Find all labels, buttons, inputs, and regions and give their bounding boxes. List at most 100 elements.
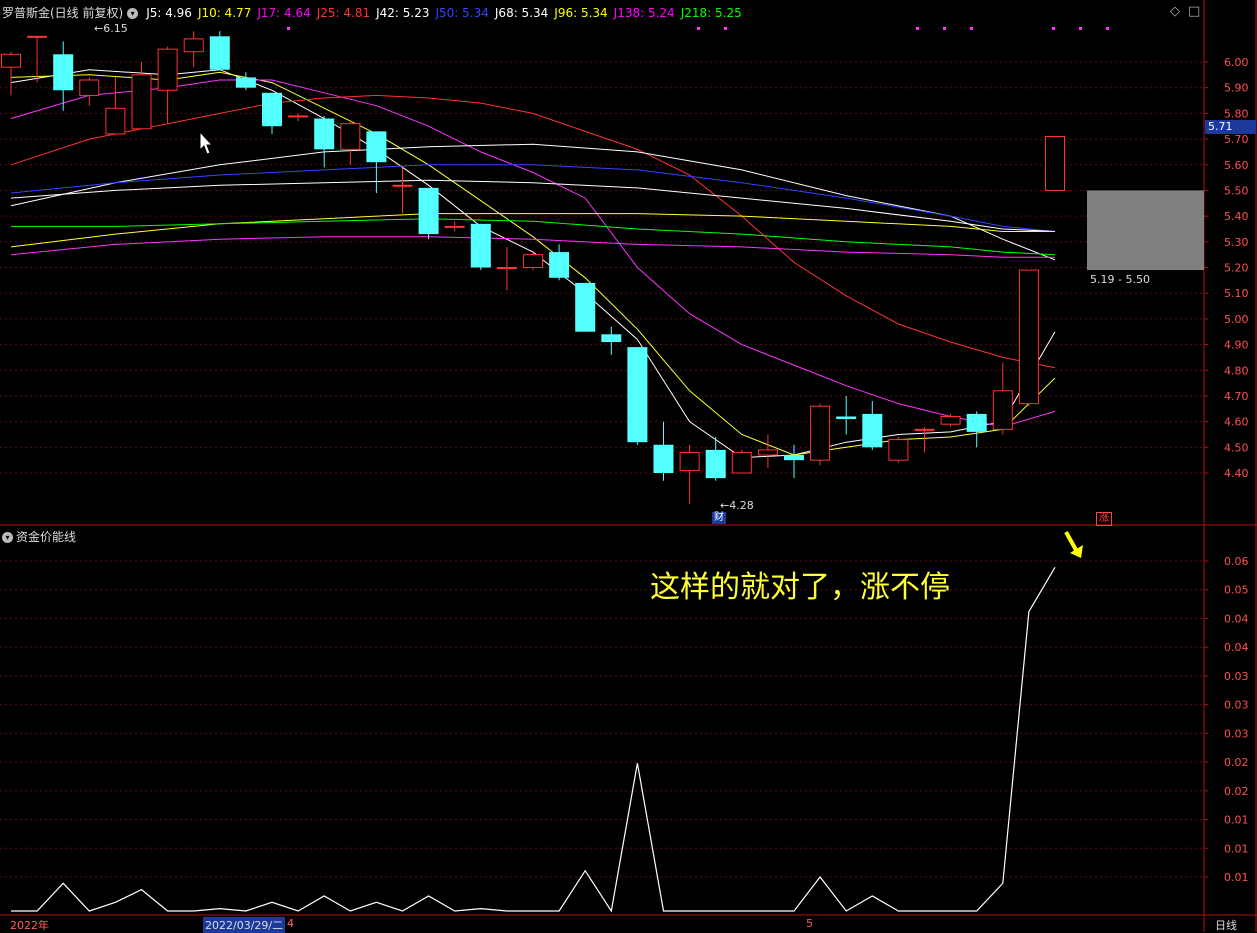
candle: [966, 411, 987, 448]
stock-chart[interactable]: 6.00 5.90 5.80 5.70 5.60 5.50 5.40 5.30 5.20 5.10…: [0, 0, 1257, 932]
candle: [914, 426, 935, 453]
indicator-tick-label: 0.03: [1224, 699, 1249, 712]
candle: [157, 46, 178, 124]
signal-marker: [916, 27, 919, 30]
signal-marker: [1052, 27, 1055, 30]
diamond-icon[interactable]: ◇: [1170, 4, 1180, 19]
chevron-down-icon[interactable]: ▾: [127, 8, 139, 19]
price-tick-label: 4.80: [1224, 364, 1249, 377]
candle: [27, 35, 48, 83]
price-tick-label: 5.00: [1224, 313, 1249, 326]
candle: [1, 51, 21, 96]
price-tick-label: 5.80: [1224, 107, 1249, 120]
candle-body: [314, 118, 335, 150]
candle: [810, 403, 831, 466]
chevron-down-icon[interactable]: ▾: [2, 532, 13, 543]
candle-body: [79, 79, 100, 96]
candle-body: [1, 53, 21, 68]
indicator-tick-label: 0.03: [1224, 670, 1249, 683]
price-tick-label: 5.50: [1224, 184, 1249, 197]
candle-body: [731, 451, 752, 474]
price-tick-label: 5.20: [1224, 262, 1249, 275]
mouse-cursor-icon: [199, 130, 214, 155]
candle: [575, 282, 596, 332]
candle-body: [209, 36, 230, 70]
indicator-tick-label: 0.05: [1224, 584, 1249, 597]
candle: [888, 437, 909, 463]
candle: [653, 421, 674, 481]
candle: [235, 72, 256, 91]
candle: [366, 131, 387, 194]
candle-body: [366, 131, 387, 163]
candle-body: [679, 451, 700, 471]
indicator-tick-label: 0.01: [1224, 842, 1249, 855]
low-price-label: ←4.28: [720, 499, 754, 512]
price-tick-label: 5.40: [1224, 210, 1249, 223]
signal-marker: [697, 27, 700, 30]
chart-stage[interactable]: 6.00 5.90 5.80 5.70 5.60 5.50 5.40 5.30 5.20 5.10…: [0, 0, 1257, 933]
price-tick-label: 4.90: [1224, 339, 1249, 352]
stock-title[interactable]: 罗普斯金(日线 前复权): [2, 6, 123, 20]
ma-legend: J5: 4.96 J10: 4.77 J17: 4.64 J25: 4.81 J42: …: [146, 6, 748, 20]
high-price-value: 6.15: [103, 22, 128, 35]
month-4-label: 4: [287, 917, 294, 930]
indicator-tick-label: 0.02: [1224, 756, 1249, 769]
year-label: 2022年: [10, 919, 49, 932]
candle-body: [549, 252, 570, 278]
limit-up-badge[interactable]: 涨: [1096, 512, 1112, 526]
indicator-header: ▾ 资金价能线: [2, 528, 76, 545]
candle: [314, 115, 335, 168]
candle-body: [157, 48, 178, 91]
selected-date: 2022/03/29/二: [203, 917, 286, 933]
current-price-tag: 5.71: [1205, 120, 1256, 134]
candle: [340, 121, 361, 165]
candle-body: [444, 225, 465, 228]
candle-body: [705, 449, 726, 479]
signal-marker: [943, 27, 946, 30]
signal-marker: [1106, 27, 1109, 30]
indicator-name[interactable]: 资金价能线: [16, 530, 76, 544]
candle-body: [914, 428, 935, 431]
candle-body: [392, 184, 413, 187]
price-tick-label: 5.70: [1224, 133, 1249, 146]
candle: [262, 92, 282, 134]
candle: [601, 326, 622, 355]
candle-body: [627, 347, 648, 443]
candle-body: [575, 282, 596, 332]
candle: [444, 221, 465, 232]
candle-body: [653, 444, 674, 473]
candle: [549, 244, 570, 281]
indicator-line: [11, 566, 1056, 913]
candle: [862, 401, 883, 450]
range-label: 5.19 - 5.50: [1090, 273, 1150, 286]
indicator-tick-label: 0.06: [1224, 555, 1249, 568]
candle: [1045, 135, 1065, 191]
low-price-value: 4.28: [729, 499, 754, 512]
price-tick-label: 4.70: [1224, 390, 1249, 403]
candle-body: [784, 455, 804, 461]
candle: [105, 77, 126, 135]
candle: [705, 437, 726, 481]
square-icon[interactable]: □: [1188, 4, 1200, 19]
candle: [470, 223, 491, 271]
ma-line-j25: [10, 94, 1056, 369]
ma-legend-item: J5: 4.96: [146, 6, 192, 20]
candle-body: [105, 107, 126, 135]
price-tick-label: 4.50: [1224, 441, 1249, 454]
candle-body: [940, 415, 961, 425]
candle: [79, 77, 100, 106]
candle-body: [757, 449, 778, 456]
arrow-shaft: [1064, 531, 1078, 551]
candle-body: [262, 92, 282, 127]
month-5-label: 5: [806, 917, 813, 930]
candle: [496, 246, 517, 291]
candle-body: [1045, 135, 1065, 191]
candle: [940, 413, 961, 427]
ma-line-j42: [10, 143, 1056, 261]
period-label[interactable]: 日线: [1215, 917, 1237, 933]
high-price-label: ←6.15: [94, 22, 128, 35]
indicator-tick-label: 0.01: [1224, 871, 1249, 884]
price-tick-label: 5.10: [1224, 287, 1249, 300]
candle-body: [862, 413, 883, 448]
financial-badge[interactable]: 财: [712, 512, 726, 524]
